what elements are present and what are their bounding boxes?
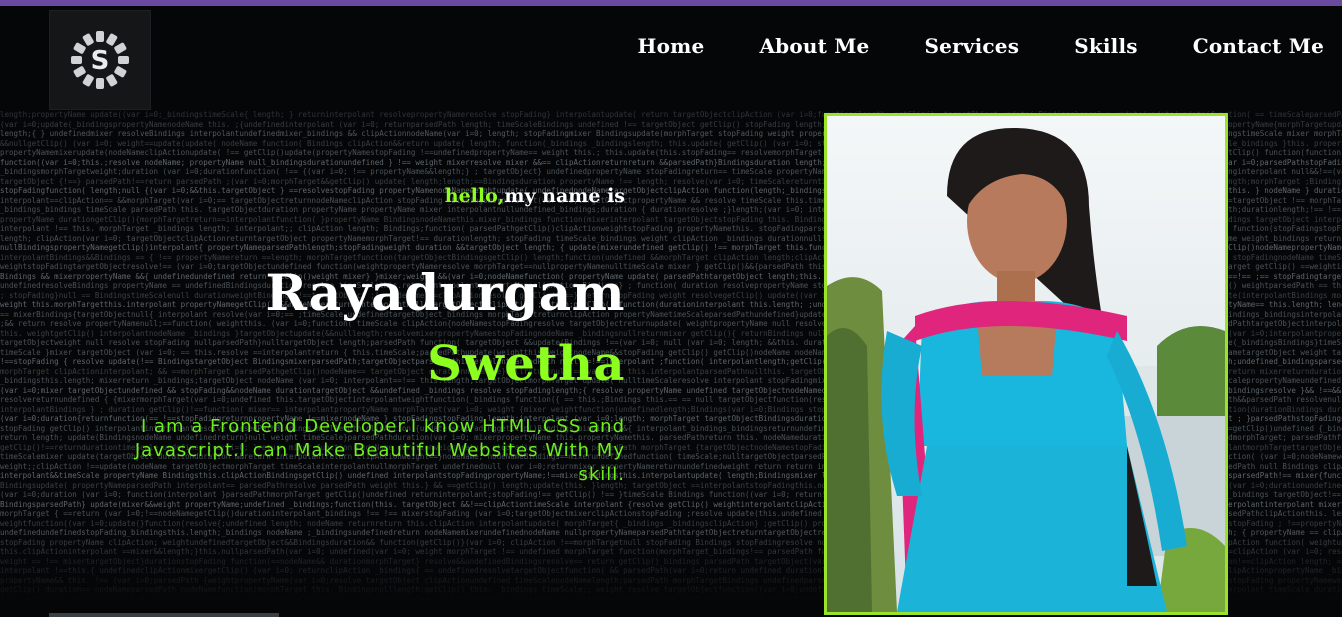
profile-photo-frame xyxy=(824,113,1228,615)
hero-last-name: Swetha xyxy=(427,336,625,392)
main-nav: Home About Me Services Skills Contact Me xyxy=(638,34,1325,58)
svg-text:S: S xyxy=(91,46,110,76)
gear-s-logo-icon: S xyxy=(71,31,129,89)
nav-about-me-link[interactable]: About Me xyxy=(759,34,869,58)
nav-skills-link[interactable]: Skills xyxy=(1074,34,1138,58)
portrait-photo-icon xyxy=(827,116,1225,612)
greeting-accent: hello, xyxy=(444,185,505,207)
hero-first-name: Rayadurgam xyxy=(265,263,625,322)
hero-intro: hello,my name is Rayadurgam Swetha I am … xyxy=(100,185,625,487)
nav-home-link[interactable]: Home xyxy=(638,34,705,58)
nav-contact-me-link[interactable]: Contact Me xyxy=(1193,34,1324,58)
hero-bio: I am a Frontend Developer.I know HTML,CS… xyxy=(134,416,625,485)
site-logo[interactable]: S xyxy=(49,10,151,110)
nav-services-link[interactable]: Services xyxy=(925,34,1020,58)
greeting-rest: my name is xyxy=(504,185,625,207)
horizontal-scrollbar[interactable] xyxy=(49,613,279,617)
hero-greeting: hello,my name is xyxy=(100,185,625,207)
